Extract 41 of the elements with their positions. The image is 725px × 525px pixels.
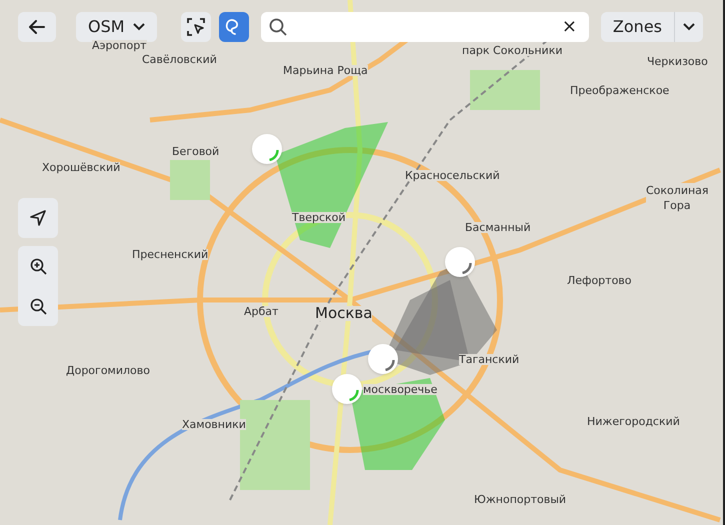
map-place-label: Марьина Роща	[283, 65, 368, 76]
map-place-label: Нижегородский	[587, 416, 680, 427]
select-tool-button[interactable]	[180, 12, 211, 42]
map-place-label: Красносельский	[405, 170, 500, 181]
locate-button[interactable]	[18, 198, 58, 238]
back-arrow-icon	[29, 20, 45, 34]
navigation-arrow-icon	[30, 210, 46, 226]
zoom-in-icon	[30, 258, 46, 274]
back-button[interactable]	[18, 12, 56, 42]
search-field[interactable]: ×	[260, 12, 589, 42]
map-place-label: Черкизово	[647, 56, 708, 67]
map-place-label: Москва	[315, 306, 372, 321]
chevron-down-icon	[132, 23, 145, 31]
clear-button[interactable]: ×	[558, 18, 581, 36]
map-place-label: Хорошёвский	[42, 162, 120, 173]
map-place-label: москворечье	[363, 384, 438, 395]
map-place-label: Савёловский	[142, 54, 217, 65]
arc-indicator-icon	[268, 149, 279, 161]
map-place-label: Преображенское	[570, 85, 670, 96]
map-place-label: Таганский	[459, 354, 520, 365]
map-place-label: Беговой	[172, 146, 220, 157]
arc-indicator-icon	[461, 262, 472, 274]
map-place-label: парк Сокольники	[462, 45, 562, 56]
map-place-label: Аэропорт	[92, 40, 147, 51]
arc-indicator-icon	[384, 359, 395, 371]
map-place-label: Лефортово	[567, 275, 632, 286]
chevron-down-icon	[683, 23, 695, 31]
map-place-label: Южнопортовый	[474, 494, 566, 505]
search-icon	[268, 18, 287, 36]
map-place-label: Дорогомилово	[66, 365, 150, 376]
map-place-label: Соколиная Гора	[646, 183, 708, 213]
zoom-out-icon	[30, 298, 46, 314]
map-place-label: Тверской	[292, 212, 346, 223]
map-place-label: Арбат	[244, 306, 278, 317]
draw-tool-button[interactable]	[218, 12, 249, 42]
map-place-label: Пресненский	[132, 249, 208, 260]
selection-cursor-icon	[186, 18, 205, 36]
layer-select[interactable]: OSM	[76, 12, 157, 42]
map-place-label: Хамовники	[182, 419, 246, 430]
arc-indicator-icon	[348, 389, 359, 401]
map-place-label: Басманный	[465, 222, 531, 233]
